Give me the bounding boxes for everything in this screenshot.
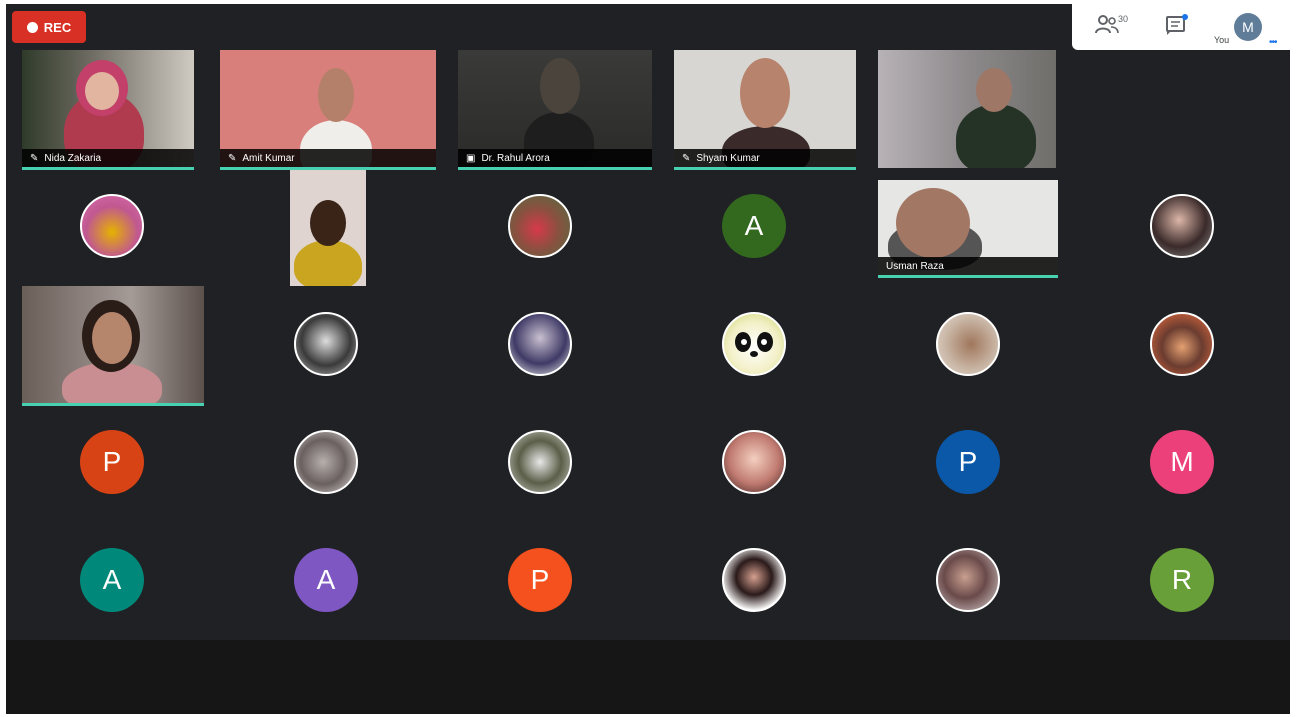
avatar-photo[interactable] bbox=[722, 548, 786, 612]
self-avatar[interactable]: M bbox=[1234, 13, 1262, 41]
avatar-photo[interactable] bbox=[936, 312, 1000, 376]
present-icon: ▣ bbox=[466, 152, 476, 164]
video-tile-shyam-kumar[interactable]: ✎ Shyam Kumar bbox=[674, 50, 856, 170]
people-icon[interactable] bbox=[1094, 12, 1120, 38]
you-label: You bbox=[1214, 35, 1230, 45]
bottom-toolbar-area bbox=[6, 640, 1290, 714]
avatar-photo[interactable] bbox=[1150, 194, 1214, 258]
avatar-photo[interactable] bbox=[936, 548, 1000, 612]
avatar-photo[interactable] bbox=[1150, 312, 1214, 376]
participant-figure bbox=[294, 240, 362, 286]
participant-face bbox=[92, 312, 132, 364]
avatar-photo[interactable] bbox=[508, 312, 572, 376]
participant-figure bbox=[956, 104, 1036, 168]
participant-face bbox=[740, 58, 790, 128]
tile-name: Shyam Kumar bbox=[696, 152, 760, 164]
video-tile-participant-5[interactable] bbox=[878, 50, 1056, 168]
avatar-photo[interactable] bbox=[722, 430, 786, 494]
video-tile-usman-raza[interactable]: Usman Raza bbox=[878, 180, 1058, 278]
avatar-initial[interactable]: P bbox=[936, 430, 1000, 494]
participant-face bbox=[85, 72, 119, 110]
active-speaker-bar bbox=[878, 275, 1058, 278]
video-tile-amit-kumar[interactable]: ✎ Amit Kumar bbox=[220, 50, 436, 170]
participant-face bbox=[896, 188, 970, 258]
participant-face bbox=[318, 68, 354, 122]
rec-label: REC bbox=[43, 19, 72, 35]
participant-face bbox=[310, 200, 346, 246]
chat-icon[interactable] bbox=[1164, 12, 1190, 38]
more-dots-icon[interactable]: ••• bbox=[1269, 37, 1277, 48]
recording-badge: REC bbox=[12, 11, 86, 43]
record-dot-icon bbox=[26, 21, 38, 33]
active-speaker-bar bbox=[458, 167, 652, 170]
active-speaker-bar bbox=[22, 403, 204, 406]
panda-avatar[interactable] bbox=[722, 312, 786, 376]
participant-count: 30 bbox=[1118, 14, 1129, 24]
tile-name: Usman Raza bbox=[886, 260, 944, 272]
mic-off-icon: ✎ bbox=[30, 152, 39, 164]
tile-name: Nida Zakaria bbox=[44, 152, 102, 164]
tile-name: Amit Kumar bbox=[242, 152, 295, 164]
avatar-photo[interactable] bbox=[508, 194, 572, 258]
active-speaker-bar bbox=[22, 167, 194, 170]
avatar-photo[interactable] bbox=[294, 312, 358, 376]
video-tile-dr-rahul-arora[interactable]: ▣ Dr. Rahul Arora bbox=[458, 50, 652, 170]
avatar-photo[interactable] bbox=[80, 194, 144, 258]
avatar-initial[interactable]: P bbox=[508, 548, 572, 612]
avatar-photo[interactable] bbox=[508, 430, 572, 494]
avatar-initial[interactable]: A bbox=[722, 194, 786, 258]
video-tile-nida-zakaria[interactable]: ✎ Nida Zakaria bbox=[22, 50, 194, 170]
participant-face bbox=[976, 68, 1012, 112]
avatar-initial[interactable]: M bbox=[1150, 430, 1214, 494]
top-right-controls: 30 You M ••• bbox=[1072, 4, 1290, 50]
avatar-photo[interactable] bbox=[294, 430, 358, 494]
mic-off-icon: ✎ bbox=[682, 152, 691, 164]
video-tile-participant-8[interactable] bbox=[22, 286, 204, 406]
avatar-initial[interactable]: P bbox=[80, 430, 144, 494]
participant-face bbox=[540, 58, 580, 114]
mic-off-icon: ✎ bbox=[228, 152, 237, 164]
meeting-stage: REC 30 You M ••• ✎ Nida Zakaria ✎ Amit K… bbox=[6, 4, 1290, 714]
active-speaker-bar bbox=[674, 167, 856, 170]
avatar-initial[interactable]: A bbox=[80, 548, 144, 612]
video-tile-participant-6[interactable] bbox=[290, 170, 366, 286]
panda-icon bbox=[735, 332, 773, 357]
avatar-initial[interactable]: R bbox=[1150, 548, 1214, 612]
avatar-initial[interactable]: A bbox=[294, 548, 358, 612]
tile-name: Dr. Rahul Arora bbox=[481, 152, 550, 164]
